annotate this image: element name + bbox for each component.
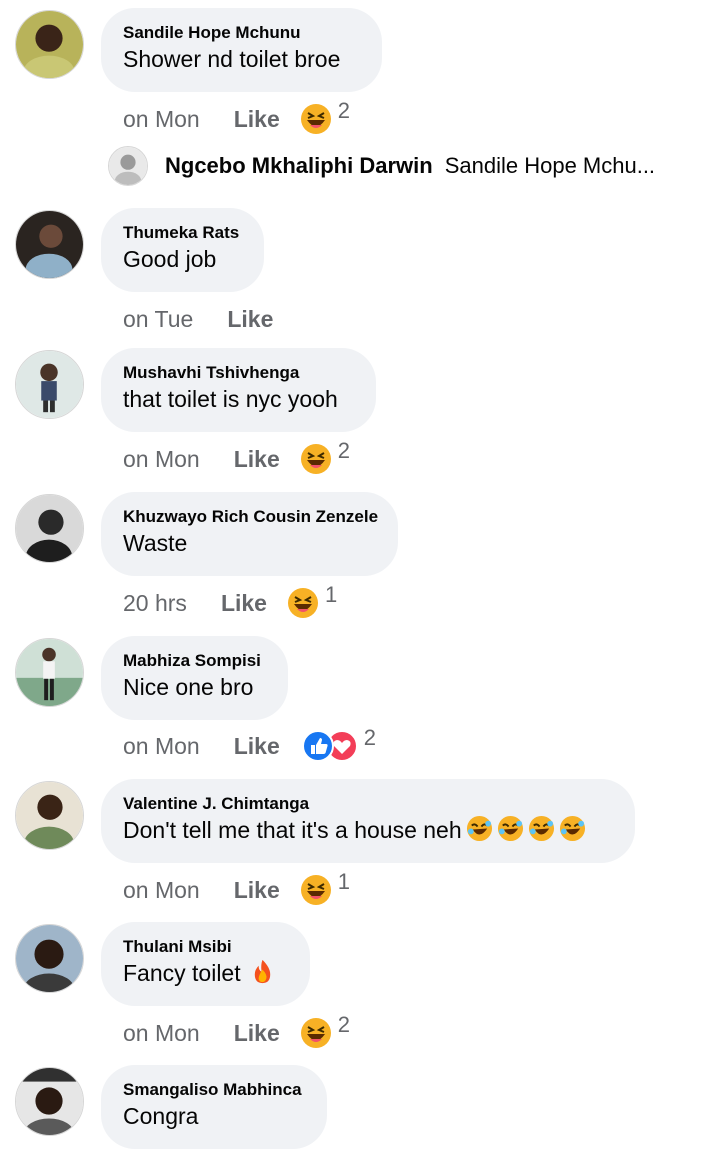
laugh-reaction-icon — [300, 104, 331, 134]
comment-bubble: Thulani Msibi Fancy toilet — [101, 922, 310, 1006]
like-button[interactable]: Like — [227, 306, 273, 333]
comment-author[interactable]: Mabhiza Sompisi — [123, 650, 266, 672]
avatar — [108, 146, 148, 186]
comment-actions: 20 hrs Like 1 — [123, 582, 337, 619]
like-button[interactable]: Like — [234, 877, 280, 904]
reaction-count: 1 — [337, 869, 350, 894]
like-button[interactable]: Like — [234, 106, 280, 133]
comment-author[interactable]: Khuzwayo Rich Cousin Zenzele — [123, 506, 378, 528]
reply-snippet: Sandile Hope Mchu... — [444, 153, 656, 178]
comment-timestamp[interactable]: on Mon — [123, 106, 200, 133]
comment-actions: on Tue Like — [123, 304, 273, 334]
avatar[interactable] — [15, 210, 84, 279]
reaction-summary[interactable]: 2 — [301, 725, 376, 762]
reaction-count: 2 — [337, 1012, 350, 1037]
reaction-count: 2 — [337, 438, 350, 463]
avatar[interactable] — [15, 1067, 84, 1136]
comment-text: Good job — [123, 246, 217, 272]
comment-bubble: Sandile Hope Mchunu Shower nd toilet bro… — [101, 8, 382, 92]
avatar[interactable] — [15, 350, 84, 419]
reaction-summary[interactable]: 2 — [300, 98, 350, 135]
comment-bubble: Smangaliso Mabhinca Congra — [101, 1065, 327, 1149]
comment-bubble: Valentine J. Chimtanga Don't tell me tha… — [101, 779, 635, 863]
reaction-summary[interactable]: 2 — [300, 438, 350, 475]
comment-timestamp[interactable]: on Mon — [123, 877, 200, 904]
comment-timestamp[interactable]: on Mon — [123, 1020, 200, 1047]
comment-actions: on Mon Like 2 — [123, 725, 376, 762]
reply-author[interactable]: Ngcebo Mkhaliphi Darwin — [165, 153, 433, 179]
comment-text: Waste — [123, 530, 188, 556]
laugh-reaction-icon — [287, 588, 318, 618]
comment-timestamp[interactable]: on Mon — [123, 733, 200, 760]
comment-author[interactable]: Thulani Msibi — [123, 936, 288, 958]
comment-text: Congra — [123, 1103, 199, 1129]
reply-preview[interactable]: Ngcebo Mkhaliphi Darwin Sandile Hope Mch… — [108, 146, 655, 186]
avatar[interactable] — [15, 10, 84, 79]
comment-actions: on Mon Like 1 — [123, 869, 350, 906]
like-button[interactable]: Like — [234, 446, 280, 473]
laugh-reaction-icon — [300, 875, 331, 905]
avatar[interactable] — [15, 781, 84, 850]
comment-actions: on Mon Like 2 — [123, 98, 350, 135]
comment-actions: on Mon Like 2 — [123, 438, 350, 475]
comment-author[interactable]: Mushavhi Tshivhenga — [123, 362, 354, 384]
reaction-count: 1 — [324, 582, 338, 607]
comment-author[interactable]: Smangaliso Mabhinca — [123, 1079, 305, 1101]
reaction-count: 2 — [363, 725, 376, 750]
laugh-reaction-icon — [300, 444, 331, 474]
avatar[interactable] — [15, 924, 84, 993]
comment-bubble: Mabhiza Sompisi Nice one bro — [101, 636, 288, 720]
comment-text: Nice one bro — [123, 674, 254, 700]
comment-timestamp[interactable]: on Tue — [123, 306, 193, 333]
like-button[interactable]: Like — [234, 1020, 280, 1047]
reaction-summary[interactable]: 2 — [300, 1012, 350, 1049]
comment-text: Fancy toilet — [123, 958, 288, 988]
comment-text-body: Fancy toilet — [123, 960, 241, 986]
fire-emoji-icon — [254, 959, 270, 984]
comment-bubble: Khuzwayo Rich Cousin Zenzele Waste — [101, 492, 398, 576]
rofl-emoji-icon — [528, 815, 554, 842]
comment-bubble: Thumeka Rats Good job — [101, 208, 264, 292]
rofl-emoji-icon — [559, 815, 585, 842]
reaction-summary[interactable]: 1 — [287, 582, 337, 619]
rofl-emoji-icon — [497, 815, 523, 842]
avatar[interactable] — [15, 638, 84, 707]
like-reaction-icon — [301, 730, 334, 762]
reaction-summary[interactable]: 1 — [300, 869, 350, 906]
comment-text: Don't tell me that it's a house neh — [123, 815, 613, 845]
rofl-emoji-icon — [466, 815, 492, 842]
like-button[interactable]: Like — [221, 590, 267, 617]
comment-timestamp[interactable]: on Mon — [123, 446, 200, 473]
comment-text: Shower nd toilet broe — [123, 46, 341, 72]
comment-author[interactable]: Sandile Hope Mchunu — [123, 22, 360, 44]
comment-text: that toilet is nyc yooh — [123, 386, 338, 412]
like-button[interactable]: Like — [234, 733, 280, 760]
avatar[interactable] — [15, 494, 84, 563]
reaction-count: 2 — [337, 98, 350, 123]
comment-bubble: Mushavhi Tshivhenga that toilet is nyc y… — [101, 348, 376, 432]
comment-text-body: Don't tell me that it's a house neh — [123, 817, 462, 843]
laugh-reaction-icon — [300, 1018, 331, 1048]
comment-author[interactable]: Thumeka Rats — [123, 222, 242, 244]
comment-author[interactable]: Valentine J. Chimtanga — [123, 793, 613, 815]
comment-timestamp[interactable]: 20 hrs — [123, 590, 187, 617]
comment-actions: on Mon Like 2 — [123, 1012, 350, 1049]
